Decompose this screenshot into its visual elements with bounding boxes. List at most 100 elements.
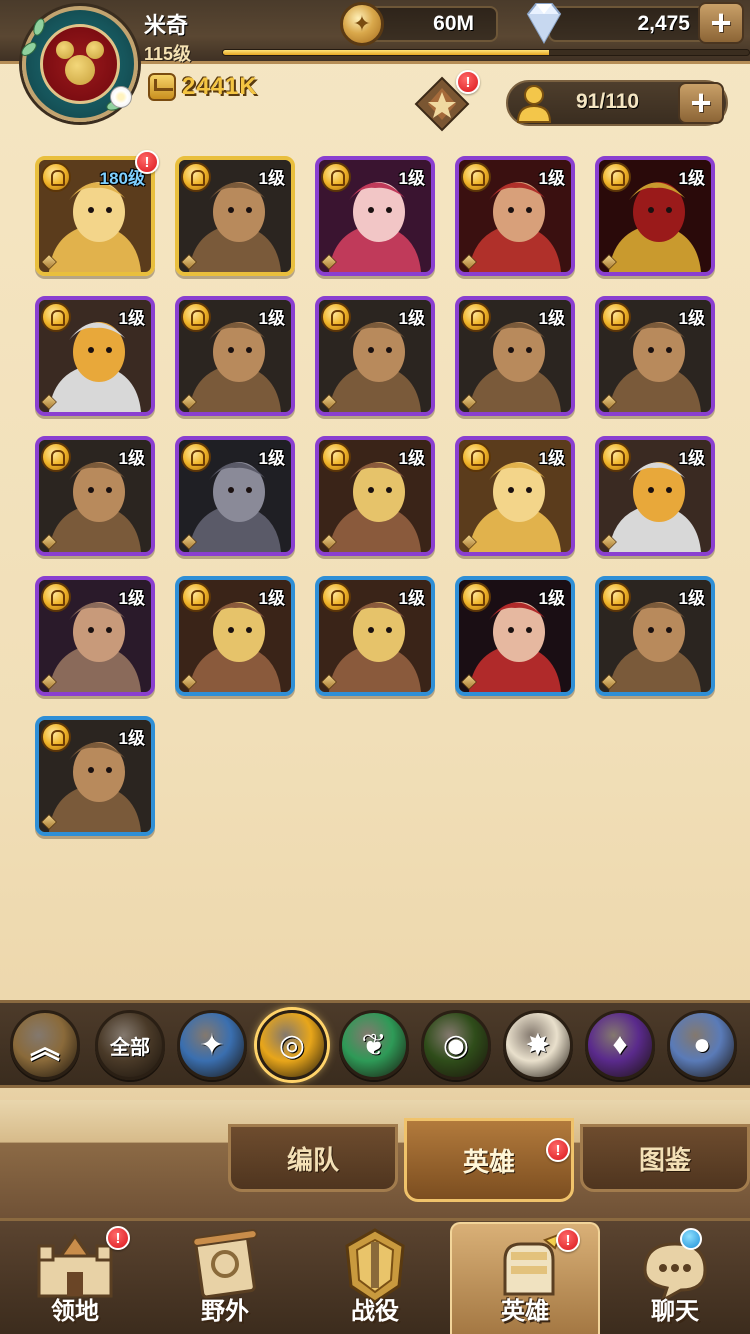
hero-level: 1级 xyxy=(678,309,705,328)
faction-badge-icon xyxy=(321,162,351,192)
hero-level: 1级 xyxy=(258,449,285,468)
nav-campaign[interactable]: 战役 xyxy=(300,1222,450,1334)
filter-collapse-button[interactable]: ︽ xyxy=(10,1010,80,1080)
hero-card[interactable]: 1级 xyxy=(315,576,435,696)
nav-territory[interactable]: 领地 ! xyxy=(0,1222,150,1334)
faction-badge-icon xyxy=(181,302,211,332)
hero-card[interactable]: 1级 xyxy=(455,156,575,276)
faction-badge-icon xyxy=(461,162,491,192)
hero-card[interactable]: 1级 xyxy=(595,436,715,556)
hero-card[interactable]: 1级 xyxy=(175,576,295,696)
tab-codex[interactable]: 图鉴 xyxy=(580,1124,750,1192)
hero-level: 1级 xyxy=(538,309,565,328)
white-star-icon: ✸ xyxy=(525,1028,551,1062)
nav-chat[interactable]: 聊天 xyxy=(600,1222,750,1334)
hero-level: 1级 xyxy=(398,309,425,328)
hero-level: 1级 xyxy=(678,449,705,468)
person-icon xyxy=(516,85,552,123)
hero-card[interactable]: 180级 xyxy=(35,156,155,276)
player-avatar[interactable] xyxy=(18,6,138,122)
tab-formation-label: 编队 xyxy=(286,1144,339,1175)
gold-value: 60M xyxy=(433,12,474,35)
faction-badge-icon xyxy=(321,302,351,332)
hero-card[interactable]: 1级 xyxy=(35,296,155,416)
hero-level: 1级 xyxy=(258,309,285,328)
nav-heroes[interactable]: 英雄 ! xyxy=(450,1222,600,1334)
faction-badge-icon xyxy=(41,722,71,752)
filter-dimensional-button[interactable]: ● xyxy=(667,1010,737,1080)
hero-level: 1级 xyxy=(398,449,425,468)
hero-card[interactable]: 1级 xyxy=(455,576,575,696)
nav-wild[interactable]: 野外 xyxy=(150,1222,300,1334)
nav-heroes-label: 英雄 xyxy=(501,1298,549,1325)
player-name: 米奇 xyxy=(144,13,189,38)
expand-capacity-button[interactable]: + xyxy=(678,82,724,124)
filter-wilder-button[interactable]: ❦ xyxy=(339,1010,409,1080)
faction-badge-icon xyxy=(41,582,71,612)
hero-card[interactable]: 1级 xyxy=(595,576,715,696)
xp-bar-fill xyxy=(223,50,550,55)
purple-demon-icon: ♦ xyxy=(612,1028,628,1061)
hero-card[interactable]: 1级 xyxy=(175,296,295,416)
tab-heroes[interactable]: 英雄 xyxy=(404,1118,574,1202)
hero-card[interactable]: 1级 xyxy=(455,296,575,416)
avatar-portrait xyxy=(40,24,120,104)
compass-star-icon: ✦ xyxy=(199,1028,225,1062)
hero-card[interactable]: 1级 xyxy=(315,296,435,416)
xp-bar xyxy=(222,49,750,56)
hero-level: 1级 xyxy=(398,589,425,608)
hero-card[interactable]: 1级 xyxy=(315,436,435,556)
nav-wild-label: 野外 xyxy=(201,1298,249,1325)
faction-badge-icon xyxy=(601,442,631,472)
hero-level: 1级 xyxy=(678,589,705,608)
fist-icon xyxy=(148,73,176,101)
green-eye-icon: ◉ xyxy=(442,1028,470,1062)
gold-coin-icon xyxy=(340,2,384,46)
filter-hypogean-button[interactable]: ♦ xyxy=(585,1010,655,1080)
filter-lightbearer-button[interactable]: ◎ xyxy=(257,1010,327,1080)
hero-level: 1级 xyxy=(678,169,705,188)
filter-graveborn-button[interactable]: ◉ xyxy=(421,1010,491,1080)
hero-card[interactable]: 1级 xyxy=(175,156,295,276)
hero-card[interactable]: 1级 xyxy=(455,436,575,556)
combat-power-value: 2441K xyxy=(182,73,258,100)
nav-chat-label: 聊天 xyxy=(651,1298,699,1325)
hero-card[interactable]: 1级 xyxy=(35,576,155,696)
sun-shield-icon: ◎ xyxy=(278,1028,306,1062)
hero-level: 1级 xyxy=(118,309,145,328)
hero-level: 1级 xyxy=(538,169,565,188)
player-level: 115级 xyxy=(144,44,192,64)
hero-level: 1级 xyxy=(398,169,425,188)
formation-alert-badge: ! xyxy=(456,70,480,94)
hero-level: 1级 xyxy=(118,729,145,748)
filter-compass-button[interactable]: ✦ xyxy=(177,1010,247,1080)
filter-all-label: 全部 xyxy=(110,1036,150,1059)
faction-badge-icon xyxy=(601,302,631,332)
double-chevron-up-icon: ︽ xyxy=(30,1032,60,1065)
leaf-icon: ❦ xyxy=(361,1028,387,1062)
faction-badge-icon xyxy=(461,302,491,332)
tab-formation[interactable]: 编队 xyxy=(228,1124,398,1192)
hero-capacity-value: 91/110 xyxy=(576,90,640,113)
faction-badge-icon xyxy=(181,442,211,472)
hero-card[interactable]: 1级 xyxy=(175,436,295,556)
filter-celestial-button[interactable]: ✸ xyxy=(503,1010,573,1080)
hero-level: 1级 xyxy=(538,589,565,608)
hero-card[interactable]: 1级 xyxy=(315,156,435,276)
hero-level: 1级 xyxy=(258,589,285,608)
hero-card[interactable]: 1级 xyxy=(35,436,155,556)
hero-card[interactable]: 1级 xyxy=(35,716,155,836)
hero-level: 1级 xyxy=(118,449,145,468)
nav-campaign-label: 战役 xyxy=(351,1298,399,1325)
hero-card[interactable]: 1级 xyxy=(595,296,715,416)
combat-power: 2441K xyxy=(148,72,258,102)
faction-badge-icon xyxy=(41,162,71,192)
blue-orb-icon: ● xyxy=(692,1028,712,1061)
filter-all-button[interactable]: 全部 xyxy=(95,1010,165,1080)
faction-badge-icon xyxy=(181,582,211,612)
hero-card[interactable]: 1级 xyxy=(595,156,715,276)
faction-badge-icon xyxy=(601,162,631,192)
tab-heroes-alert-badge: ! xyxy=(546,1138,570,1162)
faction-badge-icon xyxy=(41,302,71,332)
buy-gems-button[interactable]: + xyxy=(698,2,744,44)
